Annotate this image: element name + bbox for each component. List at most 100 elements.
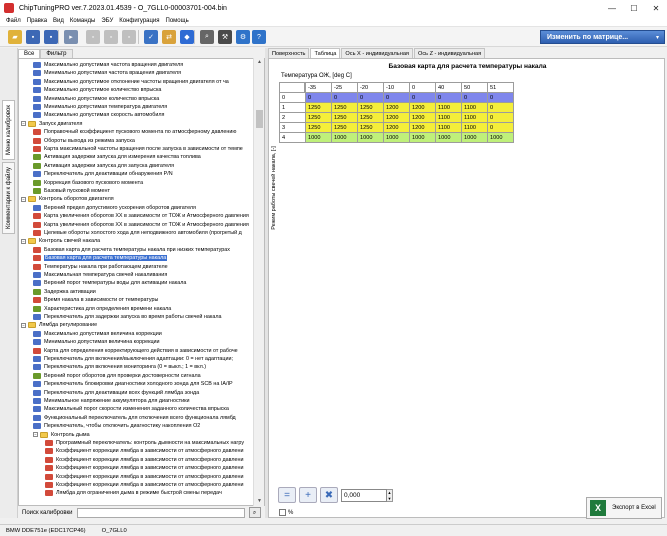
tab-calibration-menu[interactable]: Меню калибровок (2, 100, 15, 160)
menu-ecu[interactable]: ЭБУ (101, 18, 113, 24)
table-cell[interactable]: 1000 (435, 132, 462, 143)
menu-help[interactable]: Помощь (166, 18, 189, 24)
tools-icon[interactable]: ⚒ (218, 30, 232, 44)
tree-item[interactable]: Карта максимальной частоты вращения посл… (19, 145, 264, 153)
tree-item[interactable]: Базовая карта для расчета температуры на… (19, 254, 264, 262)
tree-item[interactable]: Активация задержки запуска для измерения… (19, 153, 264, 161)
menu-file[interactable]: Файл (6, 18, 21, 24)
cut-icon[interactable]: ▫ (122, 30, 136, 44)
close-button[interactable]: ✕ (645, 0, 667, 16)
tree-item[interactable]: Максимальный порог скорости изменения за… (19, 405, 264, 413)
tree-item[interactable]: Переключатель для деактивации обнаружени… (19, 170, 264, 178)
table-cell[interactable]: 1000 (409, 132, 436, 143)
multiply-button[interactable]: ✖ (320, 487, 338, 503)
tree-item[interactable]: Карта увеличения оборотов ХХ в зависимос… (19, 221, 264, 229)
tree-item[interactable]: Переключатель блокировки диагностики хол… (19, 380, 264, 388)
tree-item[interactable]: Переключатель, чтобы отключить диагности… (19, 422, 264, 430)
tree-item[interactable]: Целевые обороты холостого хода для непод… (19, 229, 264, 237)
value-spinner[interactable]: ▲ ▼ (387, 488, 393, 502)
tree-item[interactable]: Программный переключатель: контроль дымн… (19, 439, 264, 447)
tree-item[interactable]: Максимально допустимая скорость автомоби… (19, 111, 264, 119)
scroll-up-arrow-icon[interactable]: ▲ (254, 58, 265, 67)
open-folder-icon[interactable]: ▰ (8, 30, 22, 44)
tab-table[interactable]: Таблица (310, 48, 341, 58)
tree-item[interactable]: Коэффициент коррекции лямбда в зависимос… (19, 473, 264, 481)
tree-item[interactable]: Максимальная температура свечей накалива… (19, 271, 264, 279)
tree-item[interactable]: Максимально допустимая частота вращения … (19, 61, 264, 69)
tree-folder[interactable]: − Контроль оборотов двигателя (19, 195, 264, 203)
tree-item[interactable]: Лямбда для ограничения дыма в режиме быс… (19, 489, 264, 497)
table-cell[interactable]: 1000 (383, 132, 410, 143)
tree-item[interactable]: Обороты выхода из режима запуска (19, 137, 264, 145)
compare-icon[interactable]: ⇄ (162, 30, 176, 44)
tab-all[interactable]: Все (18, 49, 41, 58)
tree-item[interactable]: Минимально допустимая величина коррекции (19, 338, 264, 346)
search-icon[interactable]: ⌕ (200, 30, 214, 44)
collapse-icon[interactable]: − (21, 238, 26, 244)
tree-folder[interactable]: − Контроль дыма (19, 431, 264, 439)
help-icon[interactable]: ? (252, 30, 266, 44)
scroll-thumb[interactable] (256, 110, 263, 128)
tab-axis-x[interactable]: Ось X - индивидуальная (341, 48, 413, 58)
menu-configuration[interactable]: Конфигурация (119, 18, 159, 24)
tree-item[interactable]: Базовая карта для расчета температуры на… (19, 246, 264, 254)
paste-icon[interactable]: ▫ (104, 30, 118, 44)
menu-view[interactable]: Вид (53, 18, 64, 24)
diamond-icon[interactable]: ◆ (180, 30, 194, 44)
tree-item[interactable]: Минимально допустимое количество впрыска (19, 95, 264, 103)
collapse-icon[interactable]: − (21, 322, 26, 328)
tree-item[interactable]: Коррекция базового пускового момента (19, 179, 264, 187)
tree-item[interactable]: Коэффициент коррекции лямбда в зависимос… (19, 447, 264, 455)
tab-filter[interactable]: Фильтр (40, 49, 73, 58)
tree-item[interactable]: Карта для определения корректирующего де… (19, 347, 264, 355)
search-input[interactable] (76, 507, 245, 518)
settings-icon[interactable]: ⚙ (236, 30, 250, 44)
maximize-button[interactable]: ☐ (623, 0, 645, 16)
tree-folder[interactable]: − Лямбда регулирование (19, 321, 264, 329)
menu-edit[interactable]: Правка (27, 18, 47, 24)
tree-folder[interactable]: − Контроль свечей накала (19, 237, 264, 245)
tree-item[interactable]: Переключатель для включения мониторинга … (19, 363, 264, 371)
search-button[interactable]: ⌕ (248, 507, 261, 518)
scroll-down-arrow-icon[interactable]: ▼ (254, 497, 265, 506)
tree-item[interactable]: Функциональный переключатель для отключе… (19, 414, 264, 422)
tree-item[interactable]: Поправочный коэффициент пускового момент… (19, 128, 264, 136)
tab-file-comments[interactable]: Комментарии к файлу (2, 162, 15, 234)
tree-item[interactable]: Температуры накала при работающем двигат… (19, 263, 264, 271)
value-input[interactable]: 0,000 (341, 488, 387, 502)
tree-item[interactable]: Минимально допустимая температура двигат… (19, 103, 264, 111)
tree-item[interactable]: Максимально допустимое количество впрыск… (19, 86, 264, 94)
tree-item[interactable]: Верхний предел допустимого ускорения обо… (19, 204, 264, 212)
table-cell[interactable]: 1000 (487, 132, 514, 143)
tree-item[interactable]: Переключатель для включения/выключения а… (19, 355, 264, 363)
tree-item[interactable]: Максимально допустимая величина коррекци… (19, 330, 264, 338)
row-header[interactable]: 4 (279, 132, 306, 143)
tree-item[interactable]: Время накала в зависимости от температур… (19, 296, 264, 304)
tab-surface[interactable]: Поверхность (268, 48, 310, 58)
tree-item[interactable]: Коэффициент коррекции лямбда в зависимос… (19, 456, 264, 464)
tree-folder[interactable]: − Запуск двигателя (19, 120, 264, 128)
tree-item[interactable]: Переключатель для деактивации всех функц… (19, 389, 264, 397)
tree-item[interactable]: Задержка активации (19, 288, 264, 296)
export-excel-button[interactable]: X Экспорт в Excel (586, 497, 662, 519)
collapse-icon[interactable]: − (21, 196, 26, 202)
save-as-icon[interactable]: ▪ (44, 30, 58, 44)
tree-item[interactable]: Карта увеличения оборотов ХХ в зависимос… (19, 212, 264, 220)
tree-item[interactable]: Коэффициент коррекции лямбда в зависимос… (19, 481, 264, 489)
tree-item[interactable]: Активация задержки запуска для запуска д… (19, 162, 264, 170)
table-cell[interactable]: 1000 (331, 132, 358, 143)
tree-item[interactable]: Переключатель для задержки запуска во вр… (19, 313, 264, 321)
tree-item[interactable]: Базовый пусковой момент (19, 187, 264, 195)
tree-item[interactable]: Максимально допустимое отклонение частот… (19, 78, 264, 86)
minimize-button[interactable]: — (601, 0, 623, 16)
tab-axis-z[interactable]: Ось Z - индивидуальная (413, 48, 486, 58)
table-cell[interactable]: 1000 (461, 132, 488, 143)
checksum-icon[interactable]: ✓ (144, 30, 158, 44)
tree-scrollbar[interactable]: ▲ ▼ (253, 58, 264, 506)
tree-item[interactable]: Минимальное напряжение аккумулятора для … (19, 397, 264, 405)
export-icon[interactable]: ▸ (64, 30, 78, 44)
collapse-icon[interactable]: − (21, 121, 26, 127)
percent-checkbox[interactable] (279, 509, 286, 516)
tree-item[interactable]: Верхний порог температуры воды для актив… (19, 279, 264, 287)
tree-item[interactable]: Характеристика для определения времени н… (19, 305, 264, 313)
